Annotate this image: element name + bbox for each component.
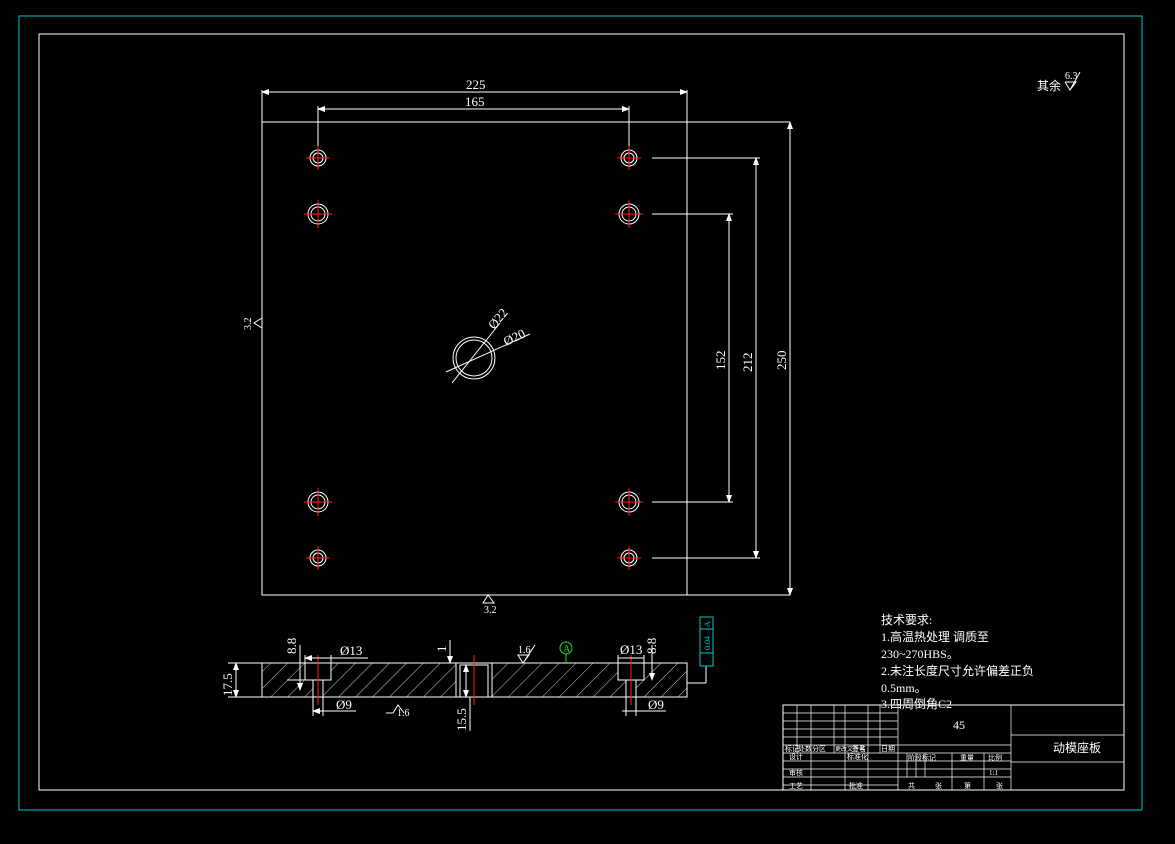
roughness-symbol-icon xyxy=(482,594,495,604)
dim-phi13-left: Ø13 xyxy=(340,643,362,658)
surface-finish-note: 其余 6.3 xyxy=(1037,71,1081,93)
svg-text:3.2: 3.2 xyxy=(243,318,254,331)
svg-text:工艺: 工艺 xyxy=(789,782,803,790)
hole xyxy=(615,488,643,516)
dim-1: 1 xyxy=(434,646,449,653)
svg-text:阶段标记: 阶段标记 xyxy=(908,753,936,762)
svg-text:重量: 重量 xyxy=(960,754,974,762)
tech-title: 技术要求: xyxy=(881,613,932,627)
hole xyxy=(617,146,641,170)
svg-text:2.未注长度尺寸允许偏差正负: 2.未注长度尺寸允许偏差正负 xyxy=(881,663,1034,678)
roughness-symbol-icon xyxy=(253,317,263,329)
svg-text:第: 第 xyxy=(964,781,971,790)
roughness-left: 3.2 xyxy=(243,317,263,331)
dim-212: 212 xyxy=(740,353,755,373)
scale: 1:1 xyxy=(989,769,998,777)
section-view: 8.8 Ø13 1 1.6 A Ø13 8.8 17.5 Ø9 1.6 15.5… xyxy=(220,616,714,731)
dim-165: 165 xyxy=(465,94,485,109)
hole xyxy=(306,546,330,570)
material: 45 xyxy=(953,718,965,732)
svg-text:1.6: 1.6 xyxy=(397,708,410,719)
svg-text:签名: 签名 xyxy=(852,744,866,753)
dim-phi20: Ø20 xyxy=(501,326,528,349)
hole xyxy=(304,200,332,228)
tolerance-datum: A xyxy=(703,621,712,627)
svg-text:A: A xyxy=(563,644,571,655)
dim-15-5: 15.5 xyxy=(454,708,469,731)
part-name: 动模座板 xyxy=(1053,740,1101,755)
surface-note-prefix: 其余 xyxy=(1037,78,1061,93)
svg-text:日期: 日期 xyxy=(881,745,895,753)
svg-text:比例: 比例 xyxy=(988,753,1002,762)
svg-text:1.6: 1.6 xyxy=(518,645,531,656)
center-hole: Ø22 Ø20 xyxy=(445,305,531,384)
dim-8-8-left: 8.8 xyxy=(284,638,299,654)
svg-text:标准化: 标准化 xyxy=(847,752,868,761)
svg-text:批准: 批准 xyxy=(849,781,863,790)
svg-text:张: 张 xyxy=(996,781,1003,790)
svg-text:230~270HBS。: 230~270HBS。 xyxy=(881,647,959,661)
tolerance-value: 0.04 xyxy=(703,636,712,650)
dim-225: 225 xyxy=(466,77,486,92)
svg-text:设计: 设计 xyxy=(789,752,803,761)
dim-phi13-right: Ø13 xyxy=(620,642,642,657)
hole xyxy=(304,488,332,516)
title-block: 标记 处数 分区 更改文件号 签名 日期 设计 标准化 审核 工艺 批准 阶段标… xyxy=(782,704,1125,791)
svg-text:0.5mm。: 0.5mm。 xyxy=(881,681,927,695)
hole xyxy=(615,200,643,228)
cad-drawing: 其余 6.3 225 165 152 212 250 Ø22 Ø20 3.2 3… xyxy=(18,15,1143,811)
hole-group xyxy=(304,146,643,570)
hole xyxy=(306,146,330,170)
svg-text:3.2: 3.2 xyxy=(484,605,497,616)
svg-text:共: 共 xyxy=(908,781,915,790)
svg-text:审核: 审核 xyxy=(789,768,803,777)
svg-text:张: 张 xyxy=(935,781,942,790)
top-view: 225 165 152 212 250 Ø22 Ø20 3.2 3.2 xyxy=(243,77,793,616)
dim-17-5: 17.5 xyxy=(220,673,235,696)
dim-phi9-right: Ø9 xyxy=(648,697,664,712)
svg-text:1.高温热处理 调质至: 1.高温热处理 调质至 xyxy=(881,629,989,644)
dim-phi22: Ø22 xyxy=(485,305,511,332)
dim-8-8-right: 8.8 xyxy=(644,638,659,654)
plate-outline xyxy=(261,121,688,596)
dim-152: 152 xyxy=(713,351,728,371)
svg-text:处数: 处数 xyxy=(798,744,812,753)
tolerance-frame: 0.04 A xyxy=(687,616,714,684)
tech-requirements: 技术要求: 1.高温热处理 调质至 230~270HBS。 2.未注长度尺寸允许… xyxy=(881,613,1034,711)
svg-text:标记: 标记 xyxy=(785,744,799,753)
roughness-bottom: 3.2 xyxy=(482,594,497,616)
svg-text:分区: 分区 xyxy=(812,744,826,753)
svg-text:3.四周倒角C2: 3.四周倒角C2 xyxy=(881,697,952,711)
dim-phi9-left: Ø9 xyxy=(336,697,352,712)
hole xyxy=(617,546,641,570)
dim-250: 250 xyxy=(774,351,789,371)
